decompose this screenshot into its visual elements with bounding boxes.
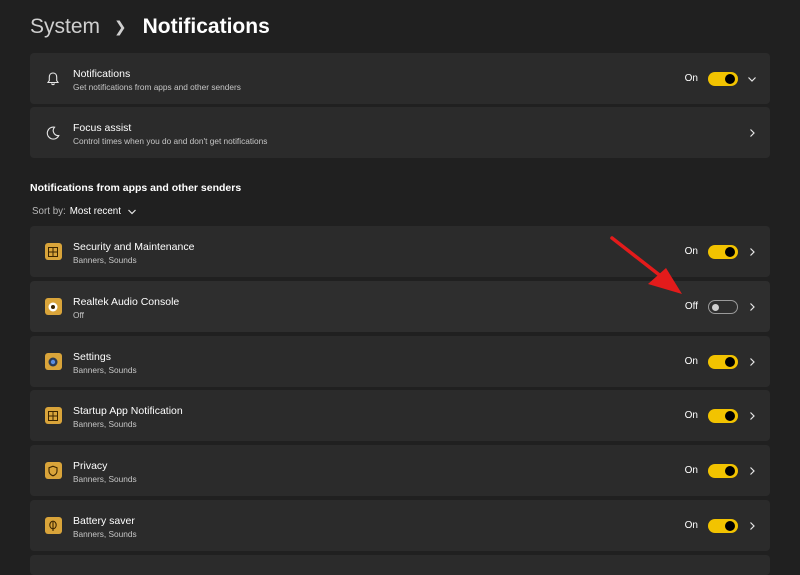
app-toggle[interactable] xyxy=(708,409,738,423)
app-toggle[interactable] xyxy=(708,300,738,314)
focus-assist-card[interactable]: Focus assist Control times when you do a… xyxy=(30,107,770,158)
annotation-arrow-icon xyxy=(610,236,682,294)
realtek-audio-icon xyxy=(44,298,62,316)
notifications-card-subtitle: Get notifications from apps and other se… xyxy=(73,82,241,92)
settings-app-icon xyxy=(44,353,62,371)
chevron-right-icon[interactable] xyxy=(746,127,758,139)
app-toggle[interactable] xyxy=(708,245,738,259)
app-name: Security and Maintenance xyxy=(73,241,195,253)
section-title: Notifications from apps and other sender… xyxy=(30,182,242,194)
startup-app-icon xyxy=(44,407,62,425)
app-subtitle: Banners, Sounds xyxy=(73,529,137,539)
app-name: Startup App Notification xyxy=(73,405,183,417)
privacy-shield-icon xyxy=(44,462,62,480)
chevron-right-icon[interactable] xyxy=(746,246,758,258)
app-row-battery-saver[interactable]: Battery saver Banners, Sounds On xyxy=(30,500,770,551)
app-subtitle: Banners, Sounds xyxy=(73,365,137,375)
app-toggle[interactable] xyxy=(708,464,738,478)
app-row-settings[interactable]: Settings Banners, Sounds On xyxy=(30,336,770,387)
sort-value[interactable]: Most recent xyxy=(70,206,121,217)
focus-assist-subtitle: Control times when you do and don't get … xyxy=(73,136,268,146)
chevron-right-icon[interactable] xyxy=(746,410,758,422)
app-state-label: On xyxy=(684,465,698,476)
app-row-privacy[interactable]: Privacy Banners, Sounds On xyxy=(30,445,770,496)
chevron-down-icon[interactable] xyxy=(746,73,758,85)
app-name: Privacy xyxy=(73,460,108,472)
breadcrumb-parent-system[interactable]: System xyxy=(30,15,100,39)
bell-icon xyxy=(44,70,62,88)
chevron-right-icon[interactable] xyxy=(746,301,758,313)
app-state-label: On xyxy=(684,356,698,367)
security-maintenance-icon xyxy=(44,243,62,261)
app-row-partial[interactable] xyxy=(30,555,770,575)
breadcrumb: System ❯ Notifications xyxy=(30,12,270,42)
chevron-right-icon[interactable] xyxy=(746,465,758,477)
app-subtitle: Off xyxy=(73,310,84,320)
chevron-down-icon[interactable] xyxy=(127,208,137,216)
app-subtitle: Banners, Sounds xyxy=(73,419,137,429)
app-subtitle: Banners, Sounds xyxy=(73,255,137,265)
focus-assist-title: Focus assist xyxy=(73,122,132,134)
page-title: Notifications xyxy=(142,15,270,38)
app-toggle[interactable] xyxy=(708,355,738,369)
app-name: Realtek Audio Console xyxy=(73,296,180,308)
notifications-card-title: Notifications xyxy=(73,68,131,80)
moon-icon xyxy=(44,124,62,142)
app-state-label: On xyxy=(684,520,698,531)
notifications-card[interactable]: Notifications Get notifications from app… xyxy=(30,53,770,104)
app-state-label: On xyxy=(684,410,698,421)
app-name: Battery saver xyxy=(73,515,135,527)
app-name: Settings xyxy=(73,351,111,363)
app-row-startup-app-notification[interactable]: Startup App Notification Banners, Sounds… xyxy=(30,390,770,441)
chevron-right-icon[interactable] xyxy=(746,356,758,368)
chevron-right-icon[interactable] xyxy=(746,520,758,532)
app-toggle[interactable] xyxy=(708,519,738,533)
notifications-state-label: On xyxy=(684,73,698,84)
battery-saver-icon xyxy=(44,517,62,535)
notifications-toggle[interactable] xyxy=(708,72,738,86)
breadcrumb-separator-icon: ❯ xyxy=(114,19,127,36)
sort-dropdown[interactable]: Sort by: Most recent xyxy=(32,206,137,217)
app-subtitle: Banners, Sounds xyxy=(73,474,137,484)
sort-label: Sort by: xyxy=(32,206,66,217)
